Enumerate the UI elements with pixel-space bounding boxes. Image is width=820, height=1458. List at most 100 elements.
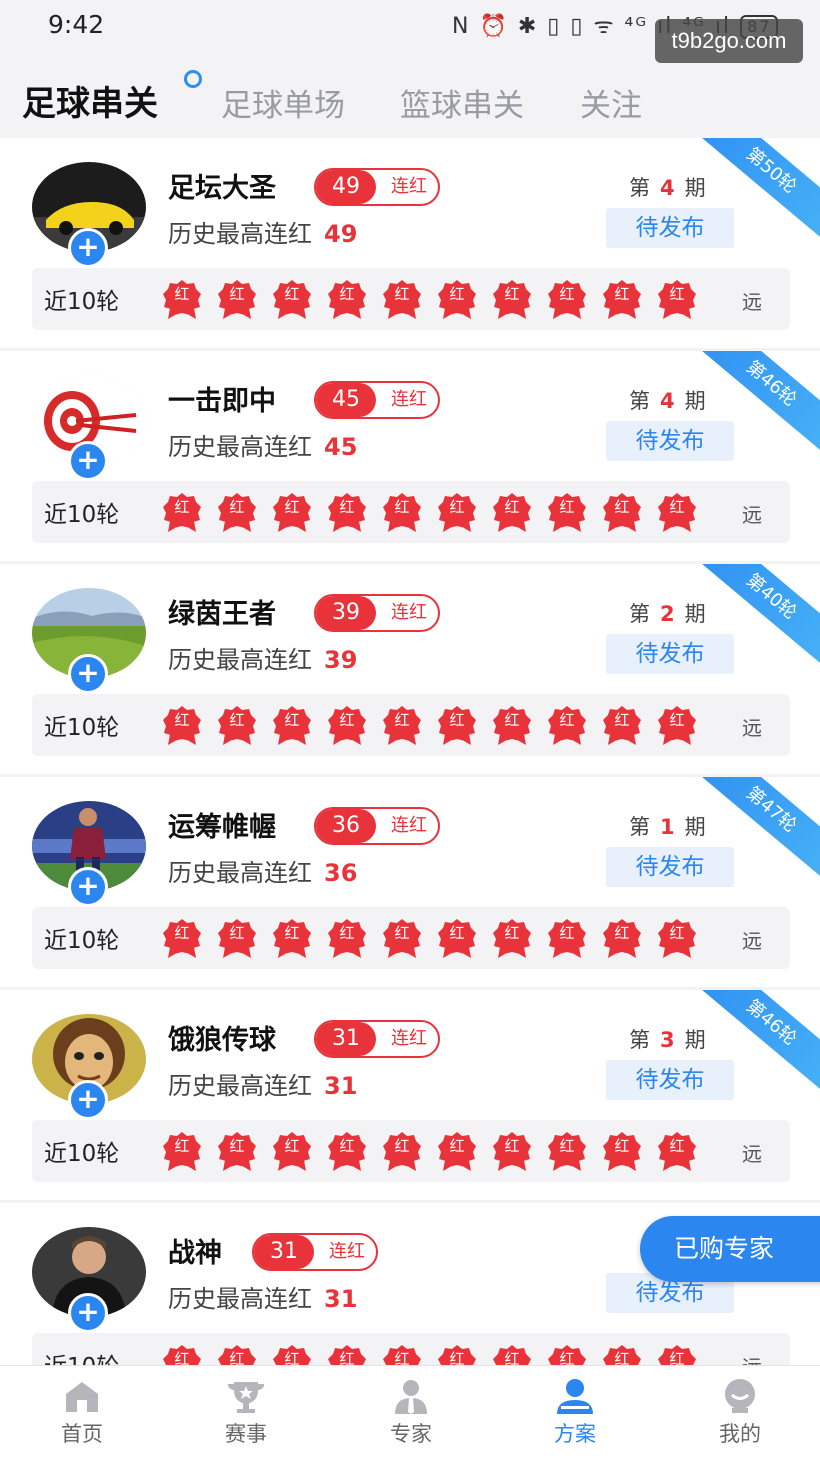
red-result-badge-icon: 红: [162, 704, 202, 746]
streak-count: 39: [316, 596, 376, 630]
recent-rounds: 近10轮 红 红 红 红 红 红 红 红 红 红 远: [32, 694, 790, 756]
period-number: 4: [660, 389, 675, 413]
badge-text: 红: [229, 1350, 245, 1365]
expert-name: 饿狼传球: [168, 1025, 276, 1056]
red-result-badge-icon: 红: [437, 704, 477, 746]
badge-text: 红: [504, 1350, 520, 1365]
tab-basketball-parlay[interactable]: 篮球串关: [400, 80, 524, 125]
pending-status-button[interactable]: 待发布: [606, 208, 734, 248]
badge-text: 红: [339, 924, 355, 942]
badge-text: 红: [559, 1137, 575, 1155]
streak-count: 45: [316, 383, 376, 417]
nav-mine[interactable]: 我的: [690, 1366, 790, 1458]
red-result-badge-icon: 红: [657, 1130, 697, 1172]
badge-text: 红: [614, 285, 630, 303]
streak-badge: 31 连红: [252, 1233, 378, 1271]
badge-text: 红: [669, 711, 685, 729]
nav-events-label: 赛事: [225, 1422, 267, 1446]
far-label[interactable]: 远: [742, 499, 762, 528]
far-label[interactable]: 远: [742, 712, 762, 741]
history-max: 历史最高连红 31: [168, 1066, 357, 1101]
red-result-badge-icon: 红: [217, 278, 257, 320]
period-suffix: 期: [684, 389, 706, 413]
red-result-badge-icon: 红: [657, 704, 697, 746]
badge-text: 红: [394, 285, 410, 303]
nav-plans[interactable]: 方案: [525, 1366, 625, 1458]
nav-experts-label: 专家: [390, 1422, 432, 1446]
badge-text: 红: [394, 498, 410, 516]
history-label: 历史最高连红: [168, 433, 312, 461]
badge-text: 红: [394, 924, 410, 942]
recent-label: 近10轮: [44, 502, 120, 528]
expert-card[interactable]: + 足坛大圣 49 连红 历史最高连红 49 第 4 期待发布 第50轮 近10轮红红红红红红红红红…: [0, 138, 820, 348]
nav-home[interactable]: 首页: [32, 1366, 132, 1458]
tab-follow[interactable]: 关注: [580, 80, 642, 125]
streak-label: 连红: [329, 1241, 365, 1262]
red-result-badge-icon: 红: [602, 1130, 642, 1172]
badge-text: 红: [229, 711, 245, 729]
history-max-value: 39: [324, 646, 358, 674]
red-result-badge-icon: 红: [382, 1343, 422, 1365]
period-suffix: 期: [684, 602, 706, 626]
far-label[interactable]: 远: [742, 925, 762, 954]
pending-status-button[interactable]: 待发布: [606, 421, 734, 461]
badge-text: 红: [614, 498, 630, 516]
red-result-badge-icon: 红: [547, 1343, 587, 1365]
streak-label: 连红: [391, 176, 427, 197]
follow-plus-icon[interactable]: +: [68, 654, 108, 694]
history-label: 历史最高连红: [168, 1072, 312, 1100]
nav-experts[interactable]: 专家: [361, 1366, 461, 1458]
red-result-badge-icon: 红: [492, 278, 532, 320]
follow-plus-icon[interactable]: +: [68, 228, 108, 268]
badge-text: 红: [174, 711, 190, 729]
period-prefix: 第: [629, 602, 650, 626]
expert-icon: [395, 1380, 427, 1414]
period-suffix: 期: [684, 1028, 706, 1052]
tab-football-parlay[interactable]: 足球串关: [22, 76, 158, 125]
purchased-experts-button[interactable]: 已购专家: [640, 1216, 820, 1282]
badge-text: 红: [339, 1350, 355, 1365]
far-label[interactable]: 远: [742, 286, 762, 315]
red-result-badge-icon: 红: [162, 278, 202, 320]
red-result-badge-icon: 红: [547, 278, 587, 320]
badge-text: 红: [559, 924, 575, 942]
red-result-badge-icon: 红: [272, 1130, 312, 1172]
period-info: 第2期: [629, 598, 706, 628]
badge-text: 红: [559, 285, 575, 303]
history-max: 历史最高连红 45: [168, 427, 357, 462]
expert-card[interactable]: + 饿狼传球 31 连红 历史最高连红 31 第 3 期待发布 第46轮 近10轮红红红红红红红红红…: [0, 990, 820, 1200]
expert-card[interactable]: + 一击即中 45 连红 历史最高连红 45 第 4 期待发布 第46轮 近10轮红红红红红红红红红…: [0, 351, 820, 561]
badge-text: 红: [449, 1137, 465, 1155]
period-number: 4: [660, 176, 675, 200]
red-result-badge-icon: 红: [547, 491, 587, 533]
tab-football-single[interactable]: 足球单场: [221, 80, 345, 125]
badge-text: 红: [339, 1137, 355, 1155]
expert-card[interactable]: + 运筹帷幄 36 连红 历史最高连红 36 第 1 期待发布 第47轮 近10轮红红红红红红红红红…: [0, 777, 820, 987]
trophy-icon: [228, 1382, 264, 1413]
badge-text: 红: [229, 924, 245, 942]
streak-count: 49: [316, 170, 376, 204]
follow-plus-icon[interactable]: +: [68, 867, 108, 907]
bottom-nav: 首页 赛事 专家 方案 我的: [0, 1365, 820, 1458]
red-result-badge-icon: 红: [547, 1130, 587, 1172]
nav-events[interactable]: 赛事: [196, 1366, 296, 1458]
far-label[interactable]: 远: [742, 1138, 762, 1167]
history-max-value: 45: [324, 433, 358, 461]
pending-status-button[interactable]: 待发布: [606, 847, 734, 887]
red-result-badge-icon: 红: [327, 704, 367, 746]
follow-plus-icon[interactable]: +: [68, 1080, 108, 1120]
red-result-badge-icon: 红: [492, 704, 532, 746]
pending-status-button[interactable]: 待发布: [606, 634, 734, 674]
follow-plus-icon[interactable]: +: [68, 1293, 108, 1333]
far-label[interactable]: 远: [742, 1351, 762, 1365]
expert-card[interactable]: + 绿茵王者 39 连红 历史最高连红 39 第 2 期待发布 第40轮 近10轮红红红红红红红红红…: [0, 564, 820, 774]
badge-text: 红: [449, 1350, 465, 1365]
status-time: 9:42: [48, 10, 105, 39]
history-max: 历史最高连红 39: [168, 640, 357, 675]
pending-status-button[interactable]: 待发布: [606, 1060, 734, 1100]
follow-plus-icon[interactable]: +: [68, 441, 108, 481]
badge-text: 红: [669, 285, 685, 303]
history-max: 历史最高连红 36: [168, 853, 357, 888]
recent-rounds: 近10轮 红 红 红 红 红 红 红 红 红 红 远: [32, 268, 790, 330]
tab-indicator-dot: [184, 70, 202, 88]
